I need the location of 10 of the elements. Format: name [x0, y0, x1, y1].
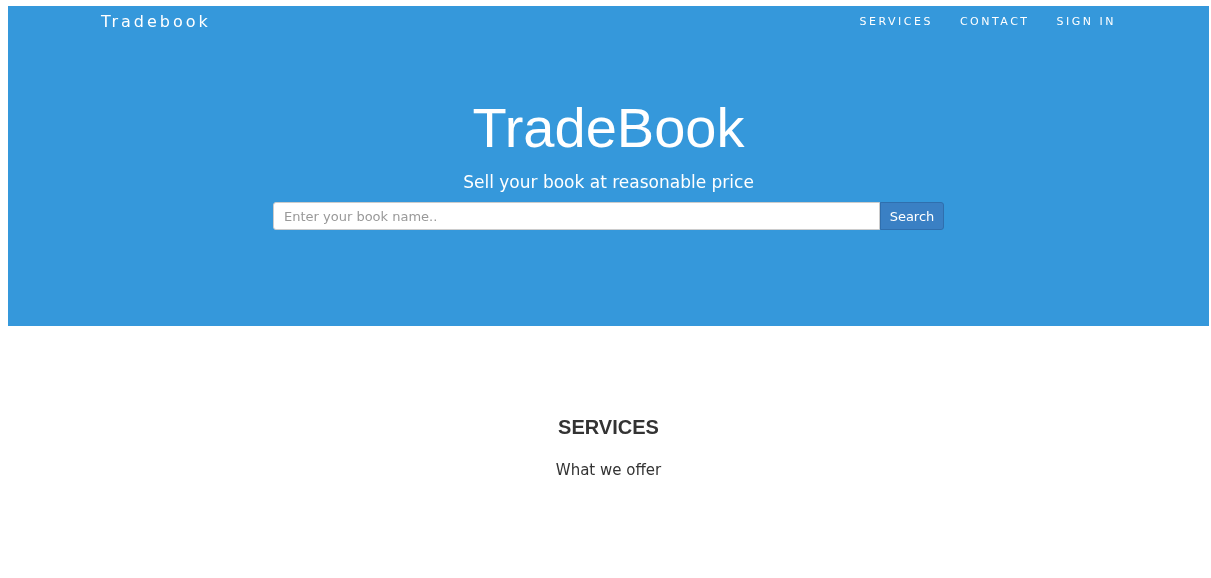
hero-title: TradeBook: [472, 96, 745, 160]
nav-link[interactable]: CONTACT: [959, 14, 1030, 28]
section-subheading: What we offer: [555, 461, 662, 479]
hero-subtitle: Sell your book at reasonable price: [463, 171, 754, 194]
search-field[interactable]: Enter your book name..: [273, 202, 880, 230]
nav-link[interactable]: SERVICES: [859, 14, 933, 28]
brand-link[interactable]: Tradebook: [101, 11, 211, 31]
search-button[interactable]: Search: [880, 202, 944, 230]
nav-link[interactable]: SIGN IN: [1056, 14, 1116, 28]
section-heading: SERVICES: [558, 416, 659, 439]
